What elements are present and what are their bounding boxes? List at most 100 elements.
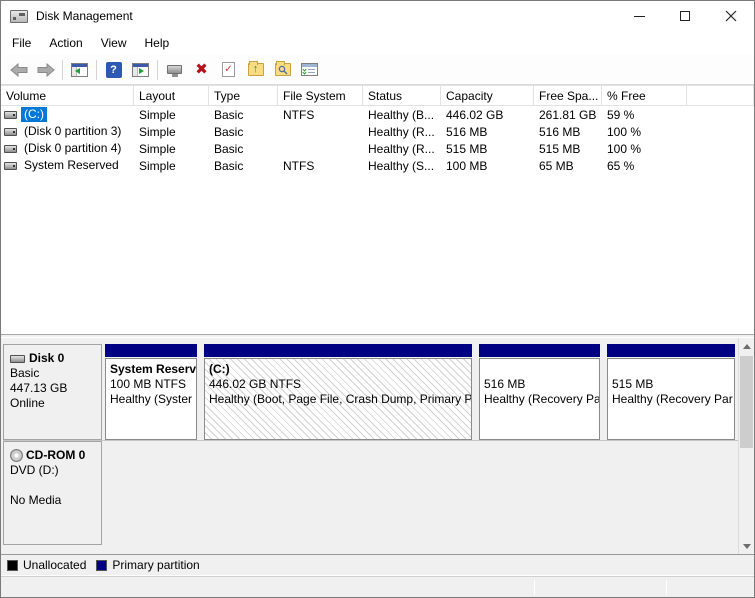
column-header-file-system[interactable]: File System — [278, 86, 363, 106]
partition-title: (C:) — [209, 362, 468, 377]
back-icon — [9, 63, 29, 77]
properties-button[interactable] — [296, 57, 323, 83]
folder-up-icon: ↑ — [248, 63, 264, 76]
help-button[interactable]: ? — [100, 57, 127, 83]
chevron-down-icon — [743, 544, 751, 549]
window-title: Disk Management — [36, 9, 133, 23]
volume-type: Basic — [209, 108, 278, 122]
volume-layout: Simple — [134, 125, 209, 139]
volume-fs: NTFS — [278, 108, 363, 122]
magnifier-icon — [278, 65, 288, 75]
mark-partition-active-button[interactable]: ✓ — [215, 57, 242, 83]
help-icon: ? — [106, 62, 122, 78]
title-bar: Disk Management — [1, 1, 754, 31]
volume-name[interactable]: (Disk 0 partition 3) — [21, 124, 124, 139]
partition-status: Healthy (Syster — [110, 392, 193, 407]
scroll-down-button[interactable] — [739, 538, 754, 554]
vertical-scrollbar[interactable] — [738, 338, 754, 554]
disk-management-window: Disk Management File Action View Help ? — [0, 0, 755, 598]
volume-row-partition4[interactable]: (Disk 0 partition 4) Simple Basic Health… — [1, 140, 754, 157]
properties-icon — [301, 63, 318, 76]
column-header-type[interactable]: Type — [209, 86, 278, 106]
partition-system-reserved[interactable]: System Reserv 100 MB NTFS Healthy (Syste… — [105, 344, 197, 440]
menu-view[interactable]: View — [92, 33, 136, 53]
volume-name[interactable]: System Reserved — [21, 158, 122, 173]
column-header-free-space[interactable]: Free Spa... — [534, 86, 602, 106]
primary-partition-bar — [607, 344, 735, 357]
volume-pct-free: 59 % — [602, 108, 687, 122]
column-header-pct-free[interactable]: % Free — [602, 86, 687, 106]
maximize-button[interactable] — [662, 1, 708, 31]
volume-layout: Simple — [134, 159, 209, 173]
minimize-button[interactable] — [616, 1, 662, 31]
volume-status: Healthy (R... — [363, 125, 441, 139]
volume-icon — [4, 162, 17, 170]
disk0-size: 447.13 GB — [10, 381, 96, 396]
disk0-band: Disk 0 Basic 447.13 GB Online System Res… — [3, 344, 754, 440]
partition-status: Healthy (Recovery Par — [612, 392, 731, 407]
column-header-status[interactable]: Status — [363, 86, 441, 106]
volume-list: Volume Layout Type File System Status Ca… — [1, 85, 754, 334]
menu-help[interactable]: Help — [136, 33, 179, 53]
toolbar: ? ✖ ✓ ↑ — [1, 55, 754, 85]
close-button[interactable] — [708, 1, 754, 31]
disk0-info-panel[interactable]: Disk 0 Basic 447.13 GB Online — [3, 344, 102, 440]
volume-type: Basic — [209, 159, 278, 173]
menu-action[interactable]: Action — [40, 33, 91, 53]
menu-bar: File Action View Help — [1, 31, 754, 55]
partition-status: Healthy (Recovery Pa — [484, 392, 596, 407]
volume-capacity: 100 MB — [441, 159, 534, 173]
volume-row-c[interactable]: (C:) Simple Basic NTFS Healthy (B... 446… — [1, 106, 754, 123]
scrollbar-thumb[interactable] — [740, 356, 753, 448]
cd-icon — [10, 449, 23, 462]
partition-size: 516 MB — [484, 377, 596, 392]
column-header-volume[interactable]: Volume — [1, 86, 134, 106]
volume-name[interactable]: (Disk 0 partition 4) — [21, 141, 124, 156]
partition-recovery-3[interactable]: 516 MB Healthy (Recovery Pa — [479, 344, 600, 440]
partition-title — [612, 362, 731, 377]
partition-title: System Reserv — [110, 362, 193, 377]
partition-recovery-4[interactable]: 515 MB Healthy (Recovery Par — [607, 344, 735, 440]
show-console-tree-button[interactable] — [66, 57, 93, 83]
back-button[interactable] — [5, 57, 32, 83]
volume-pct-free: 65 % — [602, 159, 687, 173]
volume-name[interactable]: (C:) — [21, 107, 47, 122]
legend-bar: Unallocated Primary partition — [1, 554, 754, 575]
forward-icon — [36, 63, 56, 77]
show-action-pane-button[interactable] — [127, 57, 154, 83]
menu-file[interactable]: File — [3, 33, 40, 53]
chevron-up-icon — [743, 344, 751, 349]
volume-fs: NTFS — [278, 159, 363, 173]
open-button[interactable]: ↑ — [242, 57, 269, 83]
volume-layout: Simple — [134, 142, 209, 156]
delete-volume-button[interactable]: ✖ — [188, 57, 215, 83]
explore-button[interactable] — [269, 57, 296, 83]
column-header-capacity[interactable]: Capacity — [441, 86, 534, 106]
cdrom0-info-panel[interactable]: CD-ROM 0 DVD (D:) No Media — [3, 441, 102, 545]
volume-free: 261.81 GB — [534, 108, 602, 122]
disk0-partitions: System Reserv 100 MB NTFS Healthy (Syste… — [102, 344, 754, 440]
forward-button[interactable] — [32, 57, 59, 83]
partition-title — [484, 362, 596, 377]
legend-primary-label: Primary partition — [112, 558, 199, 572]
primary-partition-bar — [204, 344, 472, 357]
volume-row-system-reserved[interactable]: System Reserved Simple Basic NTFS Health… — [1, 157, 754, 174]
primary-partition-swatch — [96, 560, 107, 571]
status-bar — [1, 575, 754, 598]
computer-button[interactable] — [161, 57, 188, 83]
partition-c[interactable]: (C:) 446.02 GB NTFS Healthy (Boot, Page … — [204, 344, 472, 440]
graphical-view: Disk 0 Basic 447.13 GB Online System Res… — [1, 338, 754, 554]
action-pane-icon — [132, 63, 149, 77]
partition-status: Healthy (Boot, Page File, Crash Dump, Pr… — [209, 392, 468, 407]
toolbar-separator — [96, 60, 97, 80]
volume-type: Basic — [209, 125, 278, 139]
folder-search-icon — [275, 63, 291, 76]
partition-size: 446.02 GB NTFS — [209, 377, 468, 392]
volume-free: 515 MB — [534, 142, 602, 156]
toolbar-separator — [62, 60, 63, 80]
volume-row-partition3[interactable]: (Disk 0 partition 3) Simple Basic Health… — [1, 123, 754, 140]
volume-capacity: 446.02 GB — [441, 108, 534, 122]
scroll-up-button[interactable] — [739, 338, 754, 354]
column-header-layout[interactable]: Layout — [134, 86, 209, 106]
volume-free: 516 MB — [534, 125, 602, 139]
